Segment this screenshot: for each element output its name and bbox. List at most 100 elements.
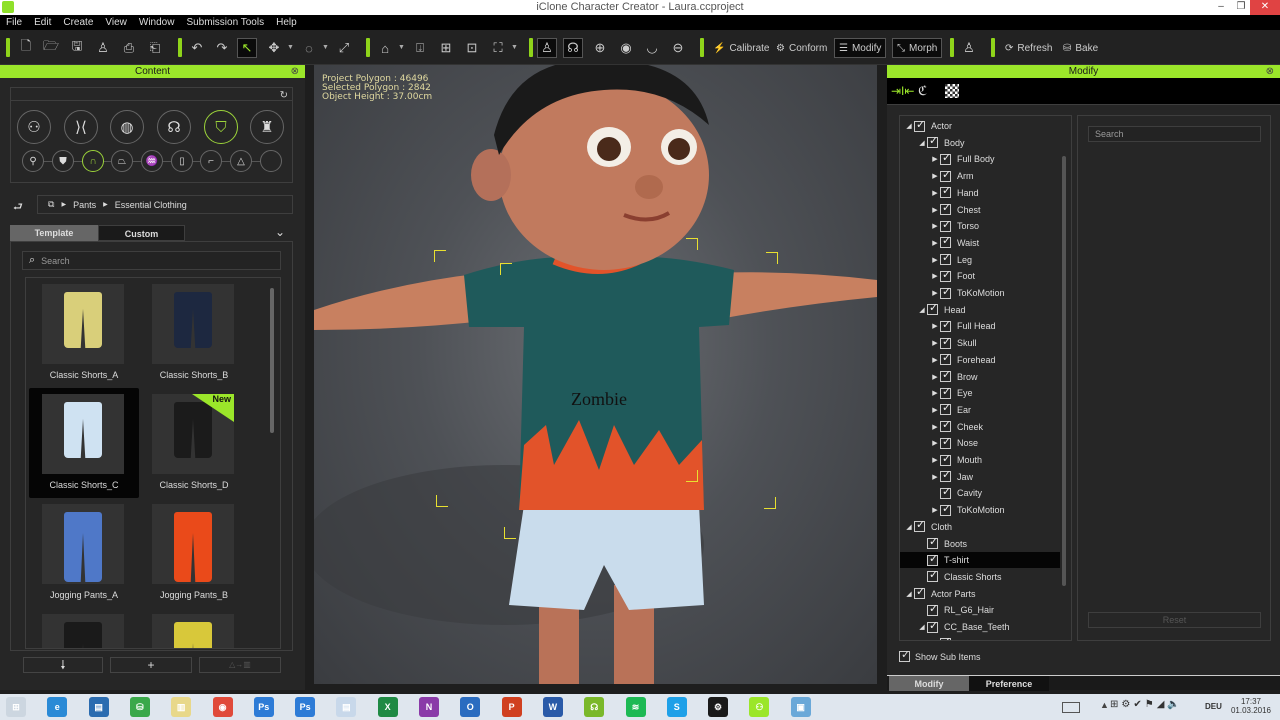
reset-button[interactable]: Reset	[1088, 612, 1261, 628]
scrollbar-thumb[interactable]	[270, 288, 274, 433]
tree-item[interactable]: Boots	[900, 535, 1060, 552]
expand-arrow-icon[interactable]: ▶	[930, 389, 940, 397]
move-icon[interactable]: ✥	[264, 38, 284, 58]
clothing-hanger-icon[interactable]: △	[230, 150, 252, 172]
tree-item[interactable]: ▶ Eye	[900, 385, 1060, 401]
close-panel-icon[interactable]: ⊗	[1266, 65, 1274, 78]
taskbar-app-start-icon[interactable]: ⊞	[6, 697, 26, 717]
mouth-teeth-icon[interactable]: ◡	[642, 38, 662, 58]
new-file-icon[interactable]: 🗋	[16, 38, 36, 58]
morph-sliders-tab-icon[interactable]: ⇥I⇤	[891, 84, 914, 98]
visibility-checkbox[interactable]	[940, 268, 951, 282]
visibility-checkbox[interactable]	[927, 602, 938, 616]
visibility-checkbox[interactable]	[940, 201, 951, 215]
taskbar-app-screenshot-icon[interactable]: ▣	[790, 697, 811, 717]
modify-search-input[interactable]: Search	[1088, 126, 1261, 142]
content-item[interactable]: Jogging Pants_B	[139, 498, 249, 608]
rotate-dropdown-icon[interactable]: ▼	[322, 44, 329, 51]
tree-item[interactable]: ▶ Jaw	[900, 468, 1060, 485]
taskbar-app-character-creator-icon[interactable]: ☊	[584, 697, 605, 717]
visibility-checkbox[interactable]	[940, 468, 951, 483]
collapse-arrow-icon[interactable]: ◢	[904, 590, 914, 598]
expand-arrow-icon[interactable]: ▶	[930, 473, 940, 481]
expand-arrow-icon[interactable]: ▶	[930, 172, 940, 180]
tree-item[interactable]: ▶ Full Body	[900, 151, 1060, 167]
close-panel-icon[interactable]: ⊗	[291, 65, 299, 78]
fit-selected-icon[interactable]: ⊡	[462, 38, 482, 58]
content-item[interactable]: Classic Shorts_B	[139, 278, 249, 388]
rotate-icon[interactable]: ◌	[299, 38, 319, 58]
taskbar-app-powerpoint-icon[interactable]: P	[501, 697, 522, 717]
expand-arrow-icon[interactable]: ▶	[930, 289, 940, 297]
wireframe-globe-icon[interactable]: ⊕	[590, 38, 610, 58]
expand-arrow-icon[interactable]: ▶	[930, 373, 940, 381]
visibility-checkbox[interactable]	[940, 452, 951, 466]
collapse-arrow-icon[interactable]: ◢	[917, 306, 927, 314]
eye-icon[interactable]: ◉	[616, 38, 636, 58]
frame-icon[interactable]: ⛶	[488, 38, 508, 58]
tree-item[interactable]: ▶ Full Head	[900, 318, 1060, 334]
expand-arrow-icon[interactable]: ▶	[930, 189, 940, 197]
fit-height-icon[interactable]: ⍗	[410, 38, 430, 58]
category-accessory-icon[interactable]: ♜	[250, 110, 284, 144]
visibility-checkbox[interactable]	[940, 151, 951, 165]
show-sub-items-checkbox[interactable]: ✓ Show Sub Items	[899, 649, 981, 662]
visibility-checkbox[interactable]	[914, 118, 925, 132]
content-item[interactable]: New Classic Shorts_D	[139, 388, 249, 498]
expand-arrow-icon[interactable]: ▶	[930, 239, 940, 247]
home-camera-icon[interactable]: ⌂	[375, 38, 395, 58]
clock[interactable]: 17:37 01.03.2016	[1226, 697, 1276, 715]
visibility-checkbox[interactable]	[940, 418, 951, 433]
conform-button[interactable]: ⚙ Conform	[772, 38, 831, 58]
taskbar-app-internet-explorer-icon[interactable]: e	[47, 697, 68, 717]
export-obj-icon[interactable]: ⎗	[145, 38, 165, 58]
head-view-icon[interactable]: ☊	[563, 38, 583, 58]
character-model[interactable]: Zombie	[314, 65, 877, 684]
taskbar-app-spotify-icon[interactable]: ≋	[625, 697, 646, 717]
texture-tab-icon[interactable]	[945, 84, 959, 98]
open-folder-icon[interactable]: 🗁	[41, 38, 61, 58]
clothing-pants-icon[interactable]: ∩	[82, 150, 104, 172]
tab-preference[interactable]: Preference	[969, 676, 1049, 691]
tree-item[interactable]: T-shirt	[900, 552, 1060, 569]
expand-options-icon[interactable]: ⌄	[275, 225, 285, 239]
camera-dropdown-icon[interactable]: ▼	[398, 44, 405, 51]
taskbar-app-chrome-icon[interactable]: ◉	[212, 697, 233, 717]
visibility-checkbox[interactable]	[914, 585, 925, 600]
content-item[interactable]: Classic Shorts_A	[29, 278, 139, 388]
move-dropdown-icon[interactable]: ▼	[287, 44, 294, 51]
menu-view[interactable]: View	[99, 15, 133, 30]
taskbar-app-notepad-icon[interactable]: ▤	[336, 697, 357, 717]
tree-item[interactable]: ▶ ToKoMotion	[900, 502, 1060, 518]
expand-arrow-icon[interactable]: ▶	[930, 206, 940, 214]
visibility-checkbox[interactable]	[940, 285, 951, 299]
library-icon[interactable]: ⧉	[48, 199, 54, 210]
frame-dropdown-icon[interactable]: ▼	[511, 44, 518, 51]
tree-item[interactable]: ▶ Forehead	[900, 351, 1060, 368]
visibility-checkbox[interactable]	[940, 435, 951, 449]
menu-file[interactable]: File	[0, 15, 28, 30]
expand-arrow-icon[interactable]: ▶	[930, 222, 940, 230]
taskbar-app-store-icon[interactable]: ⛁	[129, 697, 150, 717]
add-button[interactable]: +	[110, 657, 192, 673]
taskbar-app-file-explorer-icon[interactable]: ▤	[88, 697, 109, 717]
scale-icon[interactable]: ⤢	[334, 38, 354, 58]
tree-item[interactable]: ▶ Arm	[900, 168, 1060, 184]
keyboard-icon[interactable]	[1062, 702, 1080, 713]
close-button[interactable]: ✕	[1250, 0, 1280, 15]
expand-arrow-icon[interactable]: ▶	[930, 155, 940, 163]
taskbar-app-word-icon[interactable]: W	[542, 697, 563, 717]
taskbar-app-character-creator-2-icon[interactable]: ⚇	[749, 697, 770, 717]
tree-item[interactable]: ▶ Hand	[900, 184, 1060, 201]
tree-item[interactable]: ▶ Nose	[900, 435, 1060, 451]
clothing-shoes-icon[interactable]: ⌐	[200, 150, 222, 172]
tab-modify[interactable]: Modify	[889, 676, 969, 691]
visibility-checkbox[interactable]	[927, 134, 938, 149]
menu-help[interactable]: Help	[270, 15, 303, 30]
tongue-icon[interactable]: ⊖	[668, 38, 688, 58]
taskbar-app-photoshop-icon[interactable]: Ps	[253, 697, 274, 717]
visibility-checkbox[interactable]	[927, 552, 938, 566]
expand-arrow-icon[interactable]: ▶	[930, 256, 940, 264]
refresh-button[interactable]: ⟳ Refresh	[1001, 38, 1056, 58]
clothing-underwear-icon[interactable]: ⚲	[22, 150, 44, 172]
